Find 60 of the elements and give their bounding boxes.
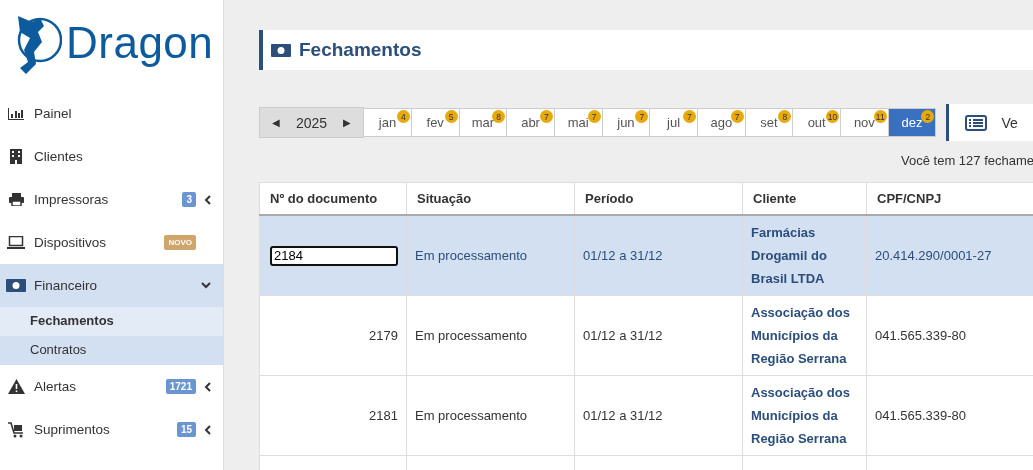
table-cell: 01/12 a 31/12	[574, 375, 743, 456]
new-badge: NOVO	[164, 235, 196, 250]
count-badge: 7	[682, 110, 696, 123]
month-tab[interactable]: dez 2	[888, 108, 937, 137]
count-badge: 7	[635, 110, 649, 123]
sidebar-item[interactable]: Suprimentos 15	[0, 408, 223, 451]
month-tab[interactable]: abr 7	[507, 108, 555, 137]
month-tab[interactable]: jun 7	[602, 108, 651, 137]
previous-year-button[interactable]: ◀	[268, 117, 284, 128]
page-title: Fechamentos	[299, 39, 422, 61]
bar-chart-icon	[8, 107, 24, 120]
count-badge: 10	[826, 110, 840, 123]
list-icon	[965, 114, 988, 131]
count-badge: 4	[396, 110, 410, 123]
laptop-icon	[7, 236, 25, 249]
cart-icon	[7, 421, 25, 438]
client-link[interactable]: Associação dos Municípios da Região Serrana	[742, 295, 867, 376]
count-badge: 5	[444, 110, 458, 123]
table-cell: 01/12 a 31/12	[574, 295, 743, 376]
printer-icon	[8, 193, 24, 206]
summary-text: Você tem 127 fechame	[900, 153, 1033, 168]
client-link[interactable]: Associação dos Municípios da Região Serrana	[742, 375, 867, 456]
next-year-button[interactable]: ▶	[339, 117, 356, 128]
count-badge: 7	[539, 110, 553, 123]
money-icon	[271, 43, 291, 57]
month-tab[interactable]: set 8	[745, 108, 794, 137]
money-icon	[6, 279, 26, 292]
building-icon	[10, 149, 22, 164]
sidebar-item[interactable]: Painel	[0, 92, 223, 135]
count-badge: 3	[182, 192, 196, 207]
warning-icon	[7, 379, 25, 394]
table-cell: 2179	[259, 295, 407, 376]
sidebar-item[interactable]: Alertas 1721	[0, 365, 223, 408]
count-badge: 8	[778, 110, 792, 123]
document-number-field[interactable]: 2184	[270, 245, 398, 266]
count-badge: 2	[921, 110, 935, 123]
month-tab[interactable]: jul 7	[650, 108, 698, 137]
month-tab[interactable]: ago 7	[697, 108, 746, 137]
table-cell: 01/12 a 31/12	[574, 215, 743, 296]
month-tab[interactable]: jan 4	[364, 108, 412, 137]
sidebar-subitem[interactable]: Fechamentos	[0, 307, 223, 336]
view-button[interactable]: Ve	[946, 104, 1033, 141]
count-badge: 1721	[165, 379, 196, 394]
count-badge: 7	[587, 110, 601, 123]
table-cell: Em processamento	[406, 295, 575, 376]
sidebar-item[interactable]: Impressoras 3	[0, 178, 223, 221]
table-cell: Em processamento	[406, 215, 575, 296]
logo-text: Dragon	[66, 18, 214, 68]
table-cell: 2181	[259, 375, 407, 456]
month-tab[interactable]: fev 5	[411, 108, 460, 137]
sidebar-subitem[interactable]: Contratos	[0, 336, 223, 365]
year-label: 2025	[296, 114, 328, 131]
table-cell: Em processamento	[406, 375, 575, 456]
client-link[interactable]: Farmácias Drogamil do Brasil LTDA	[742, 215, 867, 296]
month-tab[interactable]: mai 7	[554, 108, 603, 137]
sidebar-item[interactable]: Dispositivos NOVO	[0, 221, 223, 264]
table-cell: 20.414.290/0001-27	[866, 215, 1033, 296]
sidebar-item[interactable]: Financeiro	[0, 264, 223, 307]
sidebar-item[interactable]: Clientes	[0, 135, 223, 178]
count-badge: 15	[176, 422, 196, 437]
